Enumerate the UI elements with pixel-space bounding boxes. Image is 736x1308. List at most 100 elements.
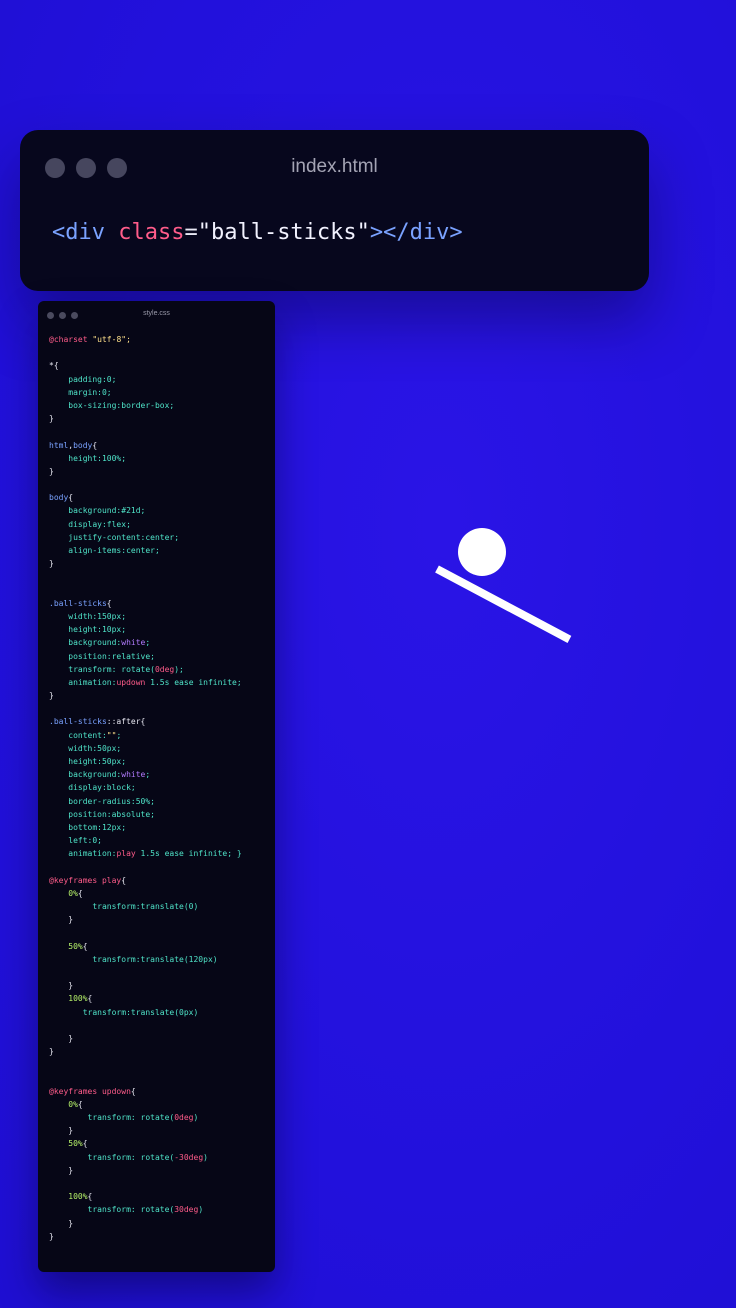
code-token: display:flex;: [49, 519, 131, 529]
code-token: ;: [145, 638, 151, 648]
code-token: height:50px;: [49, 757, 127, 766]
code-token: html: [49, 440, 69, 450]
code-line: 100%{: [49, 992, 269, 1005]
code-token: justify-content:center;: [49, 532, 180, 542]
code-token: {: [87, 1192, 93, 1202]
code-token: 30deg: [174, 1205, 199, 1215]
code-line: justify-content:center;: [49, 531, 269, 544]
code-token: }: [49, 1231, 54, 1241]
code-token: {: [121, 875, 127, 885]
code-token: "": [106, 730, 117, 740]
style-css-window: style.css @charset "utf-8"; *{ padding:0;…: [38, 301, 275, 1272]
code-line: 50%{: [49, 1137, 269, 1150]
code-token: {: [92, 440, 98, 450]
code-token: ): [203, 1152, 208, 1162]
code-line: @keyframes updown{: [49, 1085, 269, 1098]
code-token: transform:translate(120px): [49, 954, 218, 964]
code-token: box-sizing:border-box;: [49, 400, 175, 410]
code-attr: class: [118, 220, 185, 245]
html-window-title: index.html: [291, 156, 378, 177]
code-line: content:"";: [49, 729, 269, 742]
code-line: border-radius:50%;: [49, 795, 269, 808]
code-line: .ball-sticks{: [49, 597, 269, 610]
code-token: {: [106, 598, 112, 608]
code-token: {: [87, 994, 93, 1004]
code-line: .ball-sticks::after{: [49, 715, 269, 728]
css-window-title: style.css: [143, 310, 170, 317]
code-line: @charset "utf-8";: [49, 333, 269, 346]
code-line: background:white;: [49, 636, 269, 649]
code-line: 100%{: [49, 1190, 269, 1203]
code-token: ;: [116, 730, 122, 740]
code-token: white: [121, 770, 146, 780]
code-token: left:0;: [49, 836, 102, 846]
code-token: "utf-8";: [92, 335, 131, 344]
code-line: transform: rotate(30deg): [49, 1203, 269, 1216]
code-token: }: [49, 1218, 74, 1228]
css-code-block: @charset "utf-8"; *{ padding:0; margin:0;…: [49, 333, 269, 1243]
code-tag-close: ></div>: [369, 220, 463, 245]
code-token: }: [49, 981, 74, 991]
code-token: 0%: [49, 888, 78, 898]
code-token: background:#21d;: [49, 506, 146, 516]
code-line: background:white;: [49, 768, 269, 781]
code-token: .ball-sticks: [49, 598, 107, 608]
code-line: 50%{: [49, 940, 269, 953]
code-line: margin:0;: [49, 386, 269, 399]
code-line: position:absolute;: [49, 808, 269, 821]
code-token: background:: [49, 638, 122, 648]
code-token: position:absolute;: [49, 809, 155, 819]
code-token: transform: rotate(: [49, 1205, 175, 1215]
code-line: }: [49, 1045, 269, 1058]
code-token: @charset: [49, 335, 93, 344]
code-line: @keyframes play{: [49, 874, 269, 887]
code-line: }: [49, 1230, 269, 1243]
code-token: height:10px;: [49, 625, 127, 635]
code-line: height:10px;: [49, 623, 269, 636]
code-line: html,body{: [49, 439, 269, 452]
code-line: transform:translate(120px): [49, 953, 269, 966]
code-token: 1.5s ease infinite; }: [135, 849, 242, 859]
code-token: ): [193, 1113, 199, 1123]
code-token: 50%: [49, 1139, 83, 1149]
code-token: content:: [49, 730, 107, 740]
code-token: @keyframes play: [49, 875, 122, 885]
code-token: {: [82, 941, 88, 951]
code-token: margin:0;: [49, 387, 112, 397]
code-line: transform: rotate(-30deg): [49, 1151, 269, 1164]
code-token: 100%: [49, 994, 88, 1004]
code-token: ::after{: [106, 717, 146, 727]
code-line: height:50px;: [49, 755, 269, 768]
code-token: body: [73, 440, 93, 450]
code-line: 0%{: [49, 887, 269, 900]
code-attr-value: "ball-sticks": [197, 220, 370, 245]
code-line: display:block;: [49, 781, 269, 794]
code-token: }: [49, 1047, 54, 1057]
code-token: ;: [145, 770, 151, 780]
code-line: transform:translate(0px): [49, 1006, 269, 1019]
code-token: }: [49, 466, 54, 476]
code-line: transform:translate(0): [49, 900, 269, 913]
code-token: }: [49, 1033, 74, 1043]
code-token: 50%: [49, 941, 83, 951]
code-token: @keyframes updown: [49, 1086, 131, 1096]
code-token: transform:translate(0px): [49, 1007, 199, 1017]
code-token: .ball-sticks: [49, 717, 107, 727]
code-line: width:150px;: [49, 610, 269, 623]
code-token: height:100%;: [49, 453, 127, 463]
code-token: -30deg: [174, 1152, 204, 1162]
code-token: 0deg: [154, 664, 175, 674]
ball-stick-bar: [435, 565, 572, 643]
code-line: }: [49, 689, 269, 702]
code-token: display:block;: [49, 783, 136, 793]
code-line: align-items:center;: [49, 544, 269, 557]
index-html-window: index.html <div class="ball-sticks"></di…: [20, 130, 649, 291]
code-token: {: [82, 1139, 88, 1149]
